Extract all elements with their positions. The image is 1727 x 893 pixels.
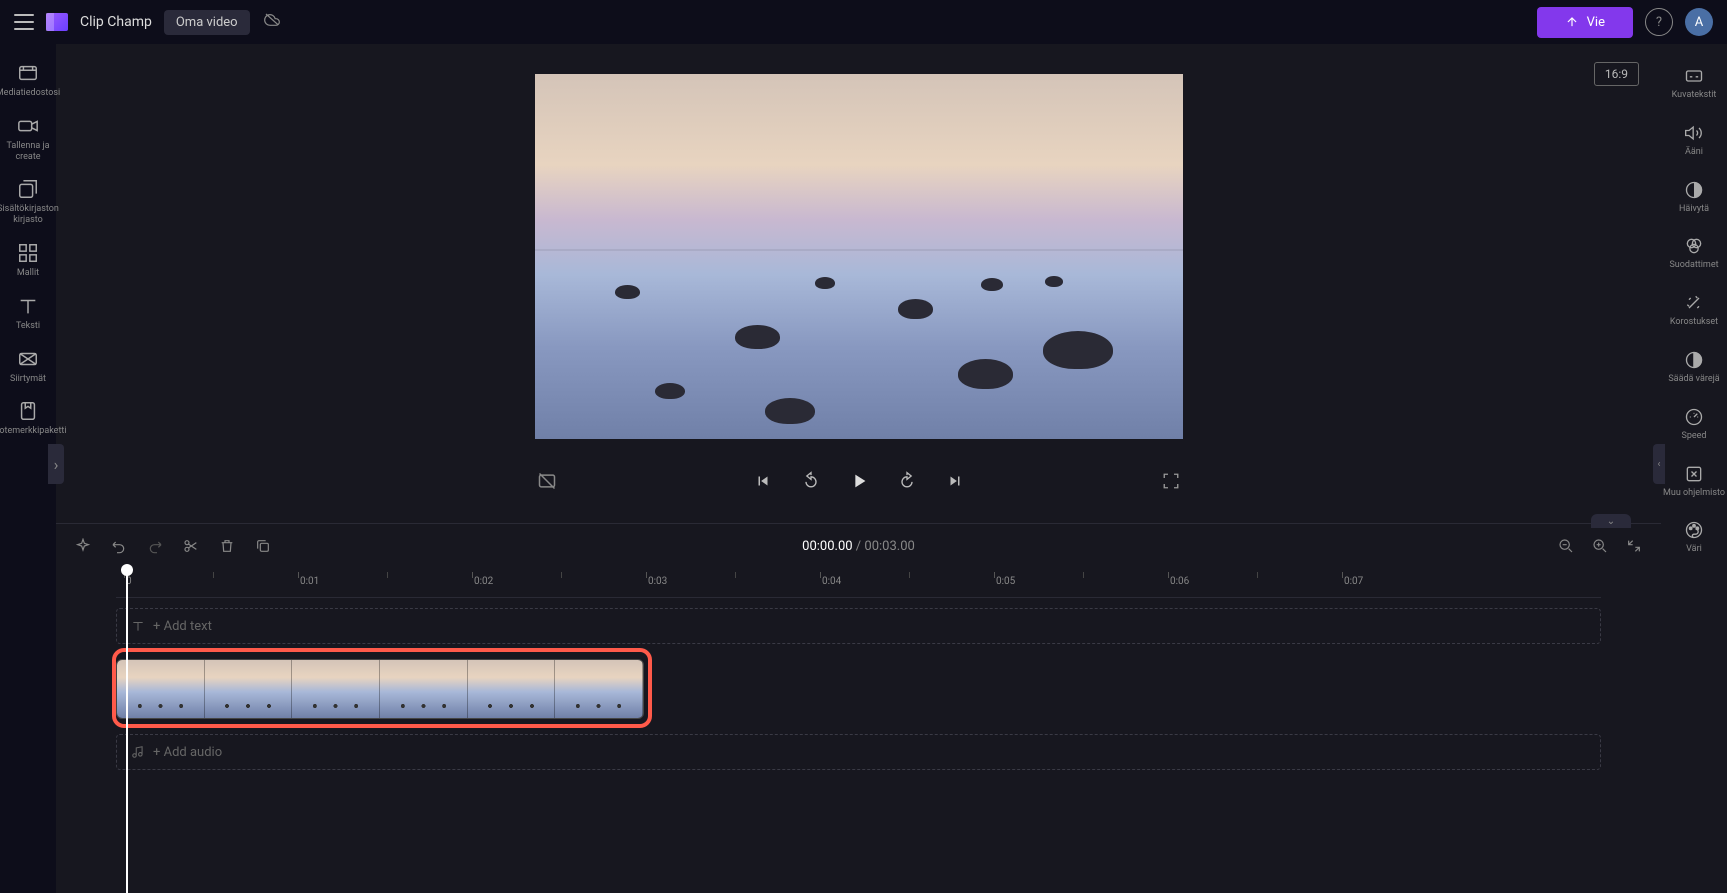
sidebar-item-record[interactable]: Tallenna ja create [0,107,56,171]
forward-5s-icon[interactable] [895,469,919,493]
right-item-label: Suodattimet [1669,260,1718,271]
timeline-collapse-icon[interactable]: ⌄ [1591,514,1631,528]
ruler-tick: 0:03 [648,576,667,587]
ruler-tick: 0:01 [300,576,319,587]
add-audio-label: + Add audio [153,745,222,760]
aspect-ratio-button[interactable]: 16:9 [1594,62,1639,86]
right-item-color-adjust[interactable]: Säädä värejä [1661,342,1727,393]
split-icon[interactable] [182,537,200,555]
timeline-area: ⌄ 00:00 [56,523,1661,893]
sidebar-item-label: Siirtymät [10,374,46,385]
add-text-track[interactable]: + Add text [116,608,1601,644]
preview-canvas[interactable] [535,74,1183,439]
right-item-label: Väri [1686,544,1702,555]
zoom-in-icon[interactable] [1591,537,1609,555]
sidebar-item-label: Mediatiedostosi [0,88,60,99]
time-separator: / [853,539,865,554]
right-item-color[interactable]: Väri [1661,512,1727,563]
right-item-label: Häivytä [1679,204,1709,215]
preview-controls [535,469,1183,493]
sidebar-item-templates[interactable]: Mallit [0,234,56,287]
skip-previous-icon[interactable] [751,469,775,493]
sidebar-item-brandkit[interactable]: Tuotemerkkipaketti [0,392,56,445]
rewind-5s-icon[interactable] [799,469,823,493]
sidebar-item-media[interactable]: Mediatiedostosi [0,54,56,107]
right-item-label: Kuvatekstit [1672,90,1717,101]
undo-icon[interactable] [110,537,128,555]
ruler-tick: 0:02 [474,576,493,587]
right-item-plugins[interactable]: Muu ohjelmisto [1661,456,1727,507]
help-icon[interactable]: ? [1645,8,1673,36]
duplicate-icon[interactable] [254,537,272,555]
time-total: 00:03.00 [864,539,914,554]
app-logo-icon [46,13,68,31]
right-item-captions[interactable]: Kuvatekstit [1661,58,1727,109]
right-panel-collapse-icon[interactable]: ‹ [1653,444,1665,484]
right-item-effects[interactable]: Korostukset [1661,285,1727,336]
export-button-label: Vie [1587,15,1605,30]
timeline-toolbar: ⌄ 00:00 [56,524,1661,568]
sidebar-item-label: Teksti [16,321,40,332]
right-sidebar: ‹ Kuvatekstit Ääni Häivytä Suodattimet K… [1661,44,1727,893]
left-sidebar: Mediatiedostosi Tallenna ja create Sisäl… [0,44,56,893]
right-item-label: Säädä värejä [1668,374,1719,385]
sidebar-item-label: Tallenna ja create [0,141,56,163]
time-display: 00:00.00 / 00:03.00 [802,539,915,554]
timeline-tracks[interactable]: + Add text + Add audio [116,598,1601,893]
text-icon [131,619,145,633]
sidebar-item-label: Mallit [17,268,39,279]
hamburger-menu-icon[interactable] [14,14,34,30]
sidebar-item-transitions[interactable]: Siirtymät [0,340,56,393]
ruler-tick: 0:05 [996,576,1015,587]
video-track[interactable] [116,654,1601,724]
playhead[interactable] [126,568,128,893]
delete-icon[interactable] [218,537,236,555]
sidebar-item-library[interactable]: Sisältökirjaston kirjasto [0,170,56,234]
user-avatar[interactable]: A [1685,8,1713,36]
video-clip[interactable] [116,659,644,719]
add-text-label: + Add text [153,619,212,634]
sidebar-item-text[interactable]: Teksti [0,287,56,340]
picture-off-icon[interactable] [535,469,559,493]
right-item-fade[interactable]: Häivytä [1661,172,1727,223]
cloud-sync-off-icon[interactable] [262,12,282,32]
skip-next-icon[interactable] [943,469,967,493]
right-item-label: Korostukset [1670,317,1718,328]
right-item-label: Ääni [1685,147,1703,158]
music-icon [131,745,145,759]
play-button[interactable] [847,469,871,493]
magic-enhance-icon[interactable] [74,537,92,555]
export-button[interactable]: Vie [1537,7,1633,38]
preview-area: 16:9 [56,44,1661,523]
top-bar: Clip Champ Oma video Vie ? A [0,0,1727,44]
ruler-tick: 0:06 [1170,576,1189,587]
right-item-label: Muu ohjelmisto [1663,488,1725,499]
zoom-fit-icon[interactable] [1625,537,1643,555]
fullscreen-icon[interactable] [1159,469,1183,493]
timeline-ruler[interactable]: 0 0:01 0:02 0:03 0:04 0:05 0:06 0:07 [116,568,1601,598]
sidebar-item-label: Sisältökirjaston kirjasto [0,204,59,226]
redo-icon[interactable] [146,537,164,555]
brand-label: Clip Champ [80,14,152,30]
right-item-label: Speed [1681,431,1706,442]
video-title-input[interactable]: Oma video [164,10,250,35]
zoom-out-icon[interactable] [1557,537,1575,555]
time-current: 00:00.00 [802,539,852,554]
right-item-filters[interactable]: Suodattimet [1661,228,1727,279]
ruler-tick: 0:04 [822,576,841,587]
right-item-speed[interactable]: Speed [1661,399,1727,450]
add-audio-track[interactable]: + Add audio [116,734,1601,770]
right-item-audio[interactable]: Ääni [1661,115,1727,166]
ruler-tick: 0:07 [1344,576,1363,587]
